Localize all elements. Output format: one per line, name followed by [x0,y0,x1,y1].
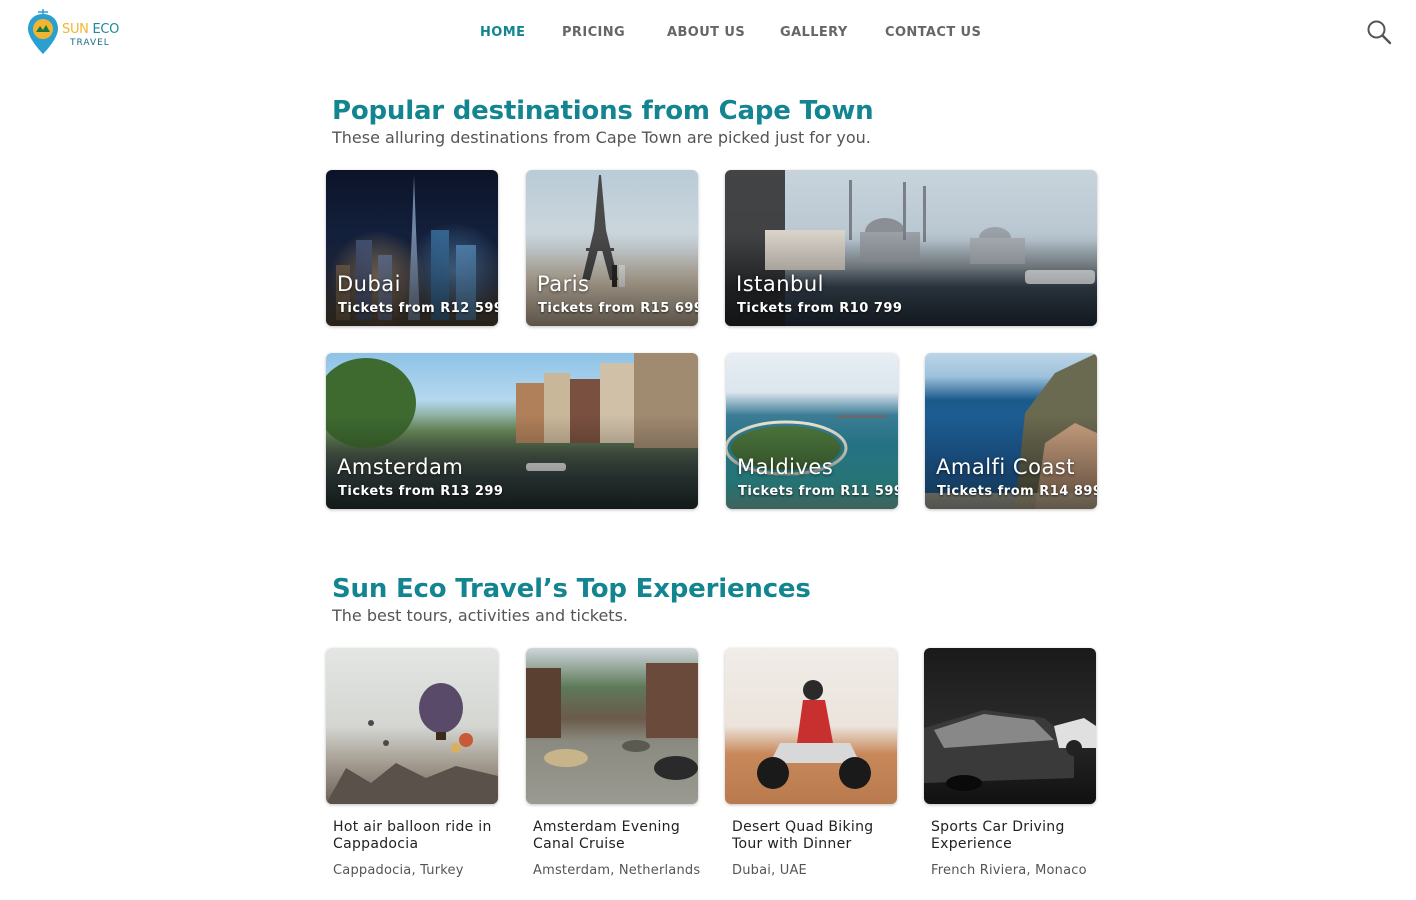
experience-card-balloon[interactable]: Hot air balloon ride in Cappadocia Cappa… [326,648,500,878]
destination-card-paris[interactable]: Paris Tickets from R15 699 [526,170,698,326]
destination-city: Amsterdam [337,455,464,479]
destination-card-maldives[interactable]: Maldives Tickets from R11 599 [726,353,898,509]
destination-card-amalfi-coast[interactable]: Amalfi Coast Tickets from R14 899 [925,353,1097,509]
destination-city: Dubai [337,272,402,296]
destination-city: Amalfi Coast [936,455,1075,479]
experience-name: Sports Car Driving Experience [931,819,1065,852]
search-icon [1367,20,1392,45]
experience-location: Amsterdam, Netherlands [533,863,701,878]
destination-city: Paris [537,272,590,296]
nav-home[interactable]: HOME [480,25,525,40]
experience-card-quad-biking[interactable]: Desert Quad Biking Tour with Dinner Duba… [725,648,899,878]
experience-name: Hot air balloon ride in Cappadocia [333,819,492,852]
destination-price: Tickets from R15 699 [538,301,698,316]
destination-card-dubai[interactable]: Dubai Tickets from R12 599 [326,170,498,326]
experience-card-canal-cruise[interactable]: Amsterdam Evening Canal Cruise Amsterdam… [526,648,700,878]
destination-price: Tickets from R11 599 [738,484,898,499]
experience-name: Desert Quad Biking Tour with Dinner [732,819,874,852]
destinations-subtitle: These alluring destinations from Cape To… [332,128,871,147]
experiences-subtitle: The best tours, activities and tickets. [332,606,628,625]
destination-price: Tickets from R10 799 [737,301,903,316]
experiences-title: Sun Eco Travel’s Top Experiences [332,574,811,604]
site-header: SUN ECO TRAVEL HOME PRICING ABOUT US GAL… [0,0,1416,64]
destination-card-amsterdam[interactable]: Amsterdam Tickets from R13 299 [326,353,698,509]
experience-image [725,648,897,804]
experience-image [924,648,1096,804]
sports-car-scene [924,710,1096,791]
destination-city: Maldives [737,455,834,479]
experience-location: French Riviera, Monaco [931,863,1087,878]
destination-price: Tickets from R12 599 [338,301,498,316]
experience-location: Dubai, UAE [732,863,807,878]
experience-card-sports-car[interactable]: Sports Car Driving Experience French Riv… [924,648,1098,878]
experience-location: Cappadocia, Turkey [333,863,464,878]
quad-bike-scene [757,680,871,789]
balloon-scene [326,683,498,804]
experience-image [526,648,698,804]
canal-scene [526,663,698,780]
destinations-title: Popular destinations from Cape Town [332,96,874,126]
experience-image [326,648,498,804]
destination-city: Istanbul [736,272,825,296]
main-nav: HOME PRICING ABOUT US GALLERY CONTACT US [0,25,1416,45]
destination-price: Tickets from R14 899 [937,484,1097,499]
nav-contact-us[interactable]: CONTACT US [885,25,981,40]
experience-name: Amsterdam Evening Canal Cruise [533,819,681,852]
nav-gallery[interactable]: GALLERY [780,25,848,40]
nav-pricing[interactable]: PRICING [562,25,625,40]
destination-card-istanbul[interactable]: Istanbul Tickets from R10 799 [725,170,1097,326]
nav-about-us[interactable]: ABOUT US [667,25,745,40]
destination-price: Tickets from R13 299 [338,484,504,499]
search-button[interactable] [1366,19,1392,45]
